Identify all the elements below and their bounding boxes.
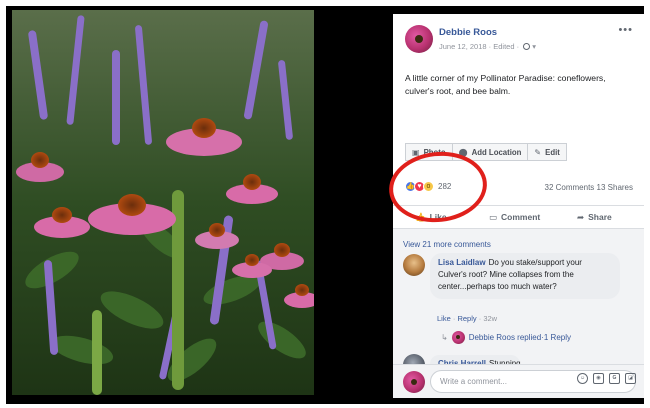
engagement-counts: 32 Comments 13 Shares	[545, 183, 634, 192]
avatar	[451, 331, 465, 344]
edit-button[interactable]: ✎ Edit	[527, 143, 567, 161]
gif-icon[interactable]: G	[609, 373, 620, 384]
comment-composer: Write a comment... ☺ ◉ G ◪	[393, 364, 644, 398]
post-actions: 👍 Like ▭ Comment ➦ Share	[393, 205, 644, 229]
comments-count-link[interactable]: 32 Comments	[545, 183, 595, 192]
replied-by-text: Debbie Roos replied	[468, 333, 542, 342]
comment-bubble: Lisa Laidlaw Do you stake/support your Cu…	[430, 253, 620, 299]
like-button[interactable]: 👍 Like	[415, 212, 447, 223]
post-text: A little corner of my Pollinator Paradis…	[405, 73, 606, 96]
post-header: Debbie Roos June 12, 2018 · Edited · ▾ •…	[393, 14, 644, 60]
edited-label[interactable]: Edited	[493, 42, 514, 51]
reactions-summary[interactable]: 👍 ♥ o 282	[405, 181, 451, 192]
avatar	[403, 371, 425, 393]
post-meta: June 12, 2018 · Edited · ▾	[439, 42, 537, 51]
post-stats: 👍 ♥ o 282 32 Comments 13 Shares	[393, 179, 644, 195]
reply-arrow-icon: ↳	[441, 333, 448, 342]
globe-icon[interactable]	[523, 43, 531, 50]
comment-links: Like · Reply · 32w	[437, 314, 498, 323]
comment-like-link[interactable]: Like	[437, 314, 451, 323]
wow-reaction-icon: o	[423, 181, 434, 192]
pencil-icon: ✎	[534, 147, 542, 157]
post-toolbar: ▣ Photo ⬤ Add Location ✎ Edit	[405, 143, 567, 161]
author-avatar[interactable]	[405, 25, 433, 53]
add-location-button[interactable]: ⬤ Add Location	[451, 143, 529, 161]
post-panel: Debbie Roos June 12, 2018 · Edited · ▾ •…	[393, 14, 644, 398]
photo-button[interactable]: ▣ Photo	[405, 143, 453, 161]
garden-photo-illustration	[12, 10, 314, 395]
share-button[interactable]: ➦ Share	[577, 212, 612, 223]
share-arrow-icon: ➦	[577, 212, 585, 222]
view-more-comments-link[interactable]: View 21 more comments	[403, 240, 491, 249]
sticker-icon[interactable]: ◪	[625, 373, 636, 384]
comment-input-placeholder: Write a comment...	[440, 377, 507, 386]
shares-count-link[interactable]: 13 Shares	[597, 183, 633, 192]
post-date[interactable]: June 12, 2018	[439, 42, 487, 51]
camera-icon[interactable]: ◉	[593, 373, 604, 384]
location-pin-icon: ⬤	[458, 147, 468, 157]
composer-icons: ☺ ◉ G ◪	[572, 373, 636, 384]
comment-reply-link[interactable]: Reply	[457, 314, 476, 323]
chevron-down-icon[interactable]: ▾	[532, 42, 536, 51]
comment-author[interactable]: Lisa Laidlaw	[438, 258, 486, 267]
speech-bubble-icon: ▭	[489, 212, 498, 222]
reaction-count: 282	[438, 182, 452, 191]
replies-link[interactable]: ↳ Debbie Roos replied · 1 Reply	[441, 331, 571, 344]
emoji-icon[interactable]: ☺	[577, 373, 588, 384]
post-photo[interactable]	[12, 10, 314, 395]
reply-count: 1 Reply	[543, 333, 571, 342]
comment-button[interactable]: ▭ Comment	[489, 212, 540, 223]
thumbs-up-icon: 👍	[415, 212, 426, 222]
more-options-icon[interactable]: •••	[618, 24, 633, 36]
camera-icon: ▣	[412, 147, 420, 157]
comment-timestamp[interactable]: 32w	[483, 314, 497, 323]
author-name[interactable]: Debbie Roos	[439, 27, 497, 38]
avatar[interactable]	[403, 254, 425, 276]
